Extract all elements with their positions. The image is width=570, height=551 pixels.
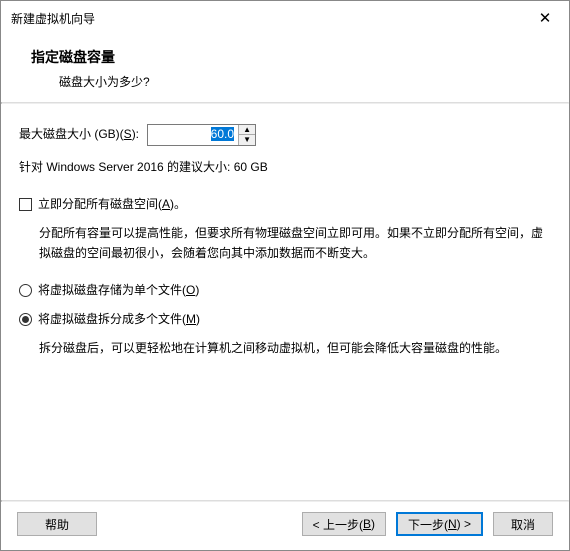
allocate-accelerator: A bbox=[162, 197, 170, 211]
disk-size-accelerator: S bbox=[124, 127, 132, 141]
disk-size-label: 最大磁盘大小 (GB)(S): bbox=[19, 125, 139, 144]
next-button[interactable]: 下一步(N) > bbox=[396, 512, 483, 536]
wizard-window: 新建虚拟机向导 ✕ 指定磁盘容量 磁盘大小为多少? 最大磁盘大小 (GB)(S)… bbox=[0, 0, 570, 551]
allocate-checkbox-row[interactable]: 立即分配所有磁盘空间(A)。 bbox=[19, 195, 551, 214]
split-description: 拆分磁盘后，可以更轻松地在计算机之间移动虚拟机，但可能会降低大容量磁盘的性能。 bbox=[19, 339, 551, 358]
titlebar: 新建虚拟机向导 ✕ bbox=[1, 1, 569, 35]
store-single-label: 将虚拟磁盘存储为单个文件(O) bbox=[38, 281, 199, 300]
close-icon: ✕ bbox=[539, 9, 552, 27]
window-title: 新建虚拟机向导 bbox=[11, 10, 95, 27]
back-button[interactable]: < 上一步(B) bbox=[302, 512, 386, 536]
close-button[interactable]: ✕ bbox=[529, 7, 561, 29]
store-single-accelerator: O bbox=[186, 283, 195, 297]
next-accelerator: N bbox=[448, 517, 457, 531]
spinner-up[interactable]: ▲ bbox=[239, 125, 255, 135]
allocate-description: 分配所有容量可以提高性能，但要求所有物理磁盘空间立即可用。如果不立即分配所有空间… bbox=[19, 224, 551, 262]
store-single-radio[interactable] bbox=[19, 284, 32, 297]
recommended-size: 针对 Windows Server 2016 的建议大小: 60 GB bbox=[19, 158, 551, 177]
spinner-down[interactable]: ▼ bbox=[239, 135, 255, 145]
store-single-radio-row[interactable]: 将虚拟磁盘存储为单个文件(O) bbox=[19, 281, 551, 300]
allocate-checkbox[interactable] bbox=[19, 198, 32, 211]
footer: 帮助 < 上一步(B) 下一步(N) > 取消 bbox=[1, 502, 569, 550]
back-accelerator: B bbox=[363, 517, 371, 531]
store-split-radio[interactable] bbox=[19, 313, 32, 326]
spinner-buttons: ▲ ▼ bbox=[238, 125, 255, 145]
store-split-radio-row[interactable]: 将虚拟磁盘拆分成多个文件(M) bbox=[19, 310, 551, 329]
store-split-accelerator: M bbox=[186, 312, 196, 326]
store-split-label: 将虚拟磁盘拆分成多个文件(M) bbox=[38, 310, 200, 329]
disk-size-row: 最大磁盘大小 (GB)(S): 60.0 ▲ ▼ bbox=[19, 124, 551, 146]
wizard-header: 指定磁盘容量 磁盘大小为多少? bbox=[1, 35, 569, 102]
disk-size-input[interactable]: 60.0 bbox=[148, 125, 238, 145]
page-title: 指定磁盘容量 bbox=[31, 47, 551, 67]
cancel-button[interactable]: 取消 bbox=[493, 512, 553, 536]
content-area: 最大磁盘大小 (GB)(S): 60.0 ▲ ▼ 针对 Windows Serv… bbox=[1, 104, 569, 500]
disk-size-spinner[interactable]: 60.0 ▲ ▼ bbox=[147, 124, 256, 146]
allocate-label: 立即分配所有磁盘空间(A)。 bbox=[38, 195, 186, 214]
help-button[interactable]: 帮助 bbox=[17, 512, 97, 536]
page-subtitle: 磁盘大小为多少? bbox=[31, 73, 551, 90]
